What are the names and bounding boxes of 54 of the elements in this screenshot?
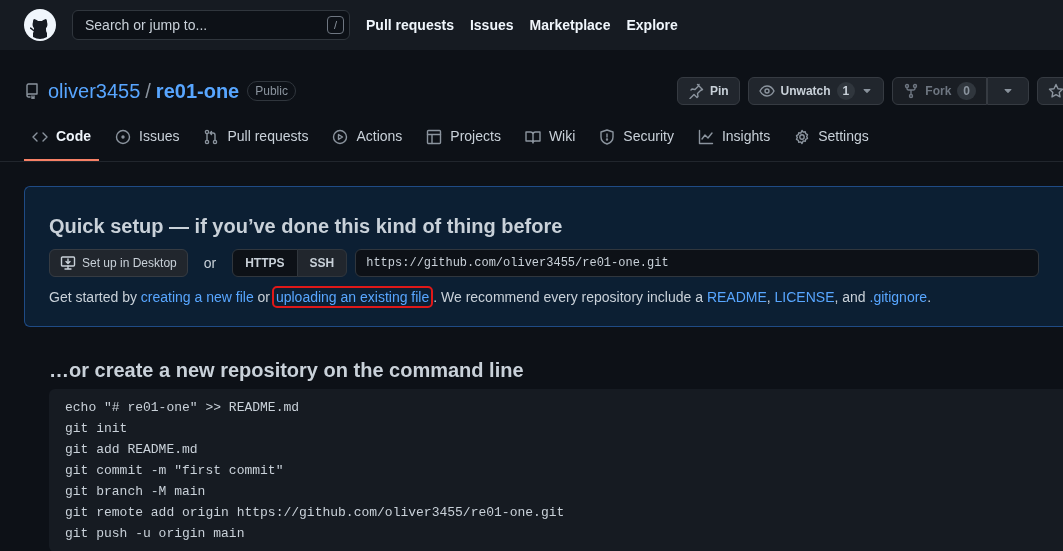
cat-logo-icon[interactable] [24,9,56,41]
pin-button[interactable]: Pin [676,77,740,105]
link[interactable]: uploading an existing file [273,288,432,306]
code-line: git add README.md [65,441,199,459]
desktop-download-icon [60,255,76,271]
code-line: echo "# re01-one" >> README.md [65,399,301,417]
repo-owner-link[interactable]: oliver3455 [48,76,141,106]
shield-icon [599,128,616,145]
code-line: git commit -m "first commit" [65,462,285,480]
setup-instructions: Get started by creating a new file or uploading an existing file . We recommend every repository include a README, LICENSE, and .gitignore. [49,287,1039,308]
link[interactable]: .gitignore [869,289,928,305]
pull-request-icon [203,128,220,145]
fork-icon [903,83,920,99]
book-icon [524,128,541,145]
desktop-button[interactable]: Set up in Desktop [49,249,188,277]
repo-tab[interactable]: Actions [324,118,411,161]
link[interactable]: README [706,289,767,305]
repo-tab[interactable]: Pull requests [195,118,317,161]
url-field[interactable]: https://github.com/oliver3455/re01-one.git [355,249,1039,277]
repo-tab[interactable]: Issues [107,118,188,161]
protocol-tab[interactable]: HTTPS [232,249,298,277]
nav-link[interactable]: Marketplace [529,14,611,36]
star-icon [1048,83,1063,99]
section-title: …or create a new repository on the command line [49,358,525,383]
repo-tab[interactable]: Insights [689,118,779,161]
play-icon [332,128,349,145]
watch-button[interactable]: Unwatch 1 [747,77,885,105]
nav-link[interactable]: Explore [626,14,678,36]
pin-icon [687,83,704,99]
repo-tab[interactable]: Security [591,118,682,161]
table-icon [426,128,443,145]
code-line: git branch -M main [65,483,207,501]
code-line: git remote add origin https://github.com/oliver3455/re01-one.git [65,504,566,522]
section-title: Quick setup — if you’ve done this kind of thing before [49,214,564,239]
link[interactable]: creating a new file [140,289,254,305]
repo-name-link[interactable]: re01-one [155,76,240,106]
path-separator: / [145,79,151,104]
gear-icon [794,128,811,145]
code-line: git init [65,420,129,438]
nav-link[interactable]: Pull requests [366,14,454,36]
code-line: git push -u origin main [65,525,246,543]
graph-icon [697,128,714,145]
repo-icon [24,83,40,99]
repo-tab[interactable]: Code [24,118,99,161]
eye-icon [758,83,775,99]
repo-tab[interactable]: Settings [786,118,877,161]
repo-tab[interactable]: Projects [418,118,509,161]
shortcut-key: / [326,16,344,34]
repo-tab[interactable]: Wiki [516,118,584,161]
nav-link[interactable]: Issues [469,14,514,36]
link[interactable]: LICENSE [774,289,835,305]
issue-icon [115,128,131,145]
protocol-tab[interactable]: SSH [296,249,348,277]
or-label: or [203,253,217,273]
